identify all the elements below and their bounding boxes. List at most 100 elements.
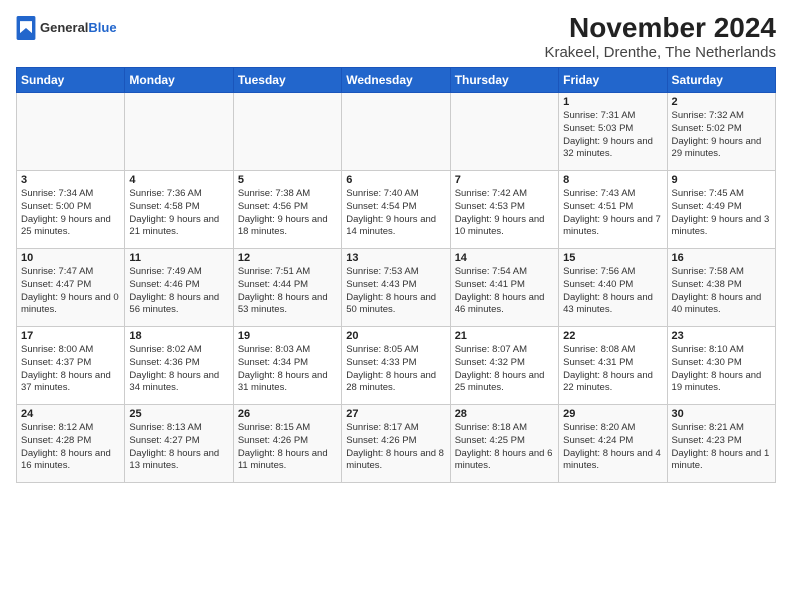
day-number: 25 xyxy=(129,408,228,420)
day-info: Sunrise: 8:21 AM Sunset: 4:23 PM Dayligh… xyxy=(672,422,771,473)
day-number: 1 xyxy=(563,96,662,108)
day-number: 6 xyxy=(346,174,445,186)
header-monday: Monday xyxy=(125,68,233,93)
header-friday: Friday xyxy=(559,68,667,93)
day-info: Sunrise: 7:45 AM Sunset: 4:49 PM Dayligh… xyxy=(672,188,771,239)
logo: GeneralBlue xyxy=(16,16,117,40)
calendar-cell: 20 Sunrise: 8:05 AM Sunset: 4:33 PM Dayli… xyxy=(342,327,450,405)
calendar-week-4: 17Sunrise: 8:00 AM Sunset: 4:37 PM Dayli… xyxy=(17,327,776,405)
day-number: 20 xyxy=(346,330,445,342)
logo-text: GeneralBlue xyxy=(40,20,117,36)
calendar-week-2: 3Sunrise: 7:34 AM Sunset: 5:00 PM Daylig… xyxy=(17,171,776,249)
calendar-cell: 10 Sunrise: 7:47 AM Sunset: 4:47 PM Dayli… xyxy=(17,249,125,327)
calendar-cell: 28Sunrise: 8:18 AM Sunset: 4:25 PM Dayli… xyxy=(450,405,558,483)
day-number: 14 xyxy=(455,252,554,264)
day-number: 3 xyxy=(21,174,120,186)
calendar-cell xyxy=(233,93,341,171)
calendar-cell: 11 Sunrise: 7:49 AM Sunset: 4:46 PM Dayli… xyxy=(125,249,233,327)
day-info: Sunrise: 7:58 AM Sunset: 4:38 PM Dayligh… xyxy=(672,266,771,317)
day-number: 5 xyxy=(238,174,337,186)
calendar-cell: 12 Sunrise: 7:51 AM Sunset: 4:44 PM Dayli… xyxy=(233,249,341,327)
calendar-cell xyxy=(125,93,233,171)
day-info: Sunrise: 8:02 AM Sunset: 4:36 PM Dayligh… xyxy=(129,344,228,395)
day-number: 21 xyxy=(455,330,554,342)
calendar-cell: 30 Sunrise: 8:21 AM Sunset: 4:23 PM Dayli… xyxy=(667,405,775,483)
calendar-week-3: 10 Sunrise: 7:47 AM Sunset: 4:47 PM Dayli… xyxy=(17,249,776,327)
calendar-cell: 2Sunrise: 7:32 AM Sunset: 5:02 PM Daylig… xyxy=(667,93,775,171)
day-number: 11 xyxy=(129,252,228,264)
calendar-page: GeneralBlue November 2024 Krakeel, Drent… xyxy=(0,0,792,495)
day-number: 24 xyxy=(21,408,120,420)
header: GeneralBlue November 2024 Krakeel, Drent… xyxy=(16,12,776,61)
calendar-cell: 25 Sunrise: 8:13 AM Sunset: 4:27 PM Dayli… xyxy=(125,405,233,483)
calendar-cell: 13Sunrise: 7:53 AM Sunset: 4:43 PM Dayli… xyxy=(342,249,450,327)
calendar-cell: 4 Sunrise: 7:36 AM Sunset: 4:58 PM Daylig… xyxy=(125,171,233,249)
day-number: 30 xyxy=(672,408,771,420)
day-number: 15 xyxy=(563,252,662,264)
day-number: 26 xyxy=(238,408,337,420)
calendar-cell: 23Sunrise: 8:10 AM Sunset: 4:30 PM Dayli… xyxy=(667,327,775,405)
logo-general: General xyxy=(40,20,88,35)
day-info: Sunrise: 7:36 AM Sunset: 4:58 PM Dayligh… xyxy=(129,188,228,239)
calendar-cell: 16 Sunrise: 7:58 AM Sunset: 4:38 PM Dayli… xyxy=(667,249,775,327)
day-number: 22 xyxy=(563,330,662,342)
header-sunday: Sunday xyxy=(17,68,125,93)
calendar-cell: 18 Sunrise: 8:02 AM Sunset: 4:36 PM Dayli… xyxy=(125,327,233,405)
day-info: Sunrise: 8:08 AM Sunset: 4:31 PM Dayligh… xyxy=(563,344,662,395)
calendar-week-1: 1 Sunrise: 7:31 AM Sunset: 5:03 PM Daylig… xyxy=(17,93,776,171)
day-info: Sunrise: 7:56 AM Sunset: 4:40 PM Dayligh… xyxy=(563,266,662,317)
day-number: 28 xyxy=(455,408,554,420)
day-number: 4 xyxy=(129,174,228,186)
calendar-header-row: SundayMondayTuesdayWednesdayThursdayFrid… xyxy=(17,68,776,93)
day-info: Sunrise: 7:43 AM Sunset: 4:51 PM Dayligh… xyxy=(563,188,662,239)
day-info: Sunrise: 8:17 AM Sunset: 4:26 PM Dayligh… xyxy=(346,422,445,473)
day-info: Sunrise: 8:10 AM Sunset: 4:30 PM Dayligh… xyxy=(672,344,771,395)
day-number: 8 xyxy=(563,174,662,186)
day-info: Sunrise: 8:20 AM Sunset: 4:24 PM Dayligh… xyxy=(563,422,662,473)
calendar-cell: 3Sunrise: 7:34 AM Sunset: 5:00 PM Daylig… xyxy=(17,171,125,249)
calendar-cell: 7 Sunrise: 7:42 AM Sunset: 4:53 PM Daylig… xyxy=(450,171,558,249)
day-number: 29 xyxy=(563,408,662,420)
day-info: Sunrise: 7:42 AM Sunset: 4:53 PM Dayligh… xyxy=(455,188,554,239)
logo-icon xyxy=(16,16,36,40)
day-info: Sunrise: 8:05 AM Sunset: 4:33 PM Dayligh… xyxy=(346,344,445,395)
day-info: Sunrise: 8:03 AM Sunset: 4:34 PM Dayligh… xyxy=(238,344,337,395)
day-number: 18 xyxy=(129,330,228,342)
day-number: 19 xyxy=(238,330,337,342)
day-number: 7 xyxy=(455,174,554,186)
day-number: 17 xyxy=(21,330,120,342)
day-info: Sunrise: 7:40 AM Sunset: 4:54 PM Dayligh… xyxy=(346,188,445,239)
calendar-cell: 19 Sunrise: 8:03 AM Sunset: 4:34 PM Dayli… xyxy=(233,327,341,405)
day-info: Sunrise: 7:54 AM Sunset: 4:41 PM Dayligh… xyxy=(455,266,554,317)
calendar-table: SundayMondayTuesdayWednesdayThursdayFrid… xyxy=(16,67,776,483)
calendar-cell: 24 Sunrise: 8:12 AM Sunset: 4:28 PM Dayli… xyxy=(17,405,125,483)
header-saturday: Saturday xyxy=(667,68,775,93)
calendar-cell xyxy=(17,93,125,171)
calendar-cell xyxy=(450,93,558,171)
calendar-cell: 27Sunrise: 8:17 AM Sunset: 4:26 PM Dayli… xyxy=(342,405,450,483)
calendar-cell: 14 Sunrise: 7:54 AM Sunset: 4:41 PM Dayli… xyxy=(450,249,558,327)
header-wednesday: Wednesday xyxy=(342,68,450,93)
day-number: 10 xyxy=(21,252,120,264)
day-info: Sunrise: 8:15 AM Sunset: 4:26 PM Dayligh… xyxy=(238,422,337,473)
calendar-cell: 21Sunrise: 8:07 AM Sunset: 4:32 PM Dayli… xyxy=(450,327,558,405)
day-info: Sunrise: 7:51 AM Sunset: 4:44 PM Dayligh… xyxy=(238,266,337,317)
day-info: Sunrise: 8:13 AM Sunset: 4:27 PM Dayligh… xyxy=(129,422,228,473)
day-number: 12 xyxy=(238,252,337,264)
calendar-cell: 15 Sunrise: 7:56 AM Sunset: 4:40 PM Dayli… xyxy=(559,249,667,327)
day-info: Sunrise: 7:49 AM Sunset: 4:46 PM Dayligh… xyxy=(129,266,228,317)
day-number: 2 xyxy=(672,96,771,108)
title-block: November 2024 Krakeel, Drenthe, The Neth… xyxy=(544,12,776,61)
day-info: Sunrise: 8:12 AM Sunset: 4:28 PM Dayligh… xyxy=(21,422,120,473)
day-info: Sunrise: 7:31 AM Sunset: 5:03 PM Dayligh… xyxy=(563,110,662,161)
calendar-cell xyxy=(342,93,450,171)
day-number: 13 xyxy=(346,252,445,264)
day-number: 9 xyxy=(672,174,771,186)
day-info: Sunrise: 7:47 AM Sunset: 4:47 PM Dayligh… xyxy=(21,266,120,317)
calendar-week-5: 24 Sunrise: 8:12 AM Sunset: 4:28 PM Dayli… xyxy=(17,405,776,483)
day-number: 16 xyxy=(672,252,771,264)
calendar-cell: 26 Sunrise: 8:15 AM Sunset: 4:26 PM Dayli… xyxy=(233,405,341,483)
calendar-cell: 9 Sunrise: 7:45 AM Sunset: 4:49 PM Daylig… xyxy=(667,171,775,249)
calendar-cell: 8 Sunrise: 7:43 AM Sunset: 4:51 PM Daylig… xyxy=(559,171,667,249)
calendar-cell: 5Sunrise: 7:38 AM Sunset: 4:56 PM Daylig… xyxy=(233,171,341,249)
